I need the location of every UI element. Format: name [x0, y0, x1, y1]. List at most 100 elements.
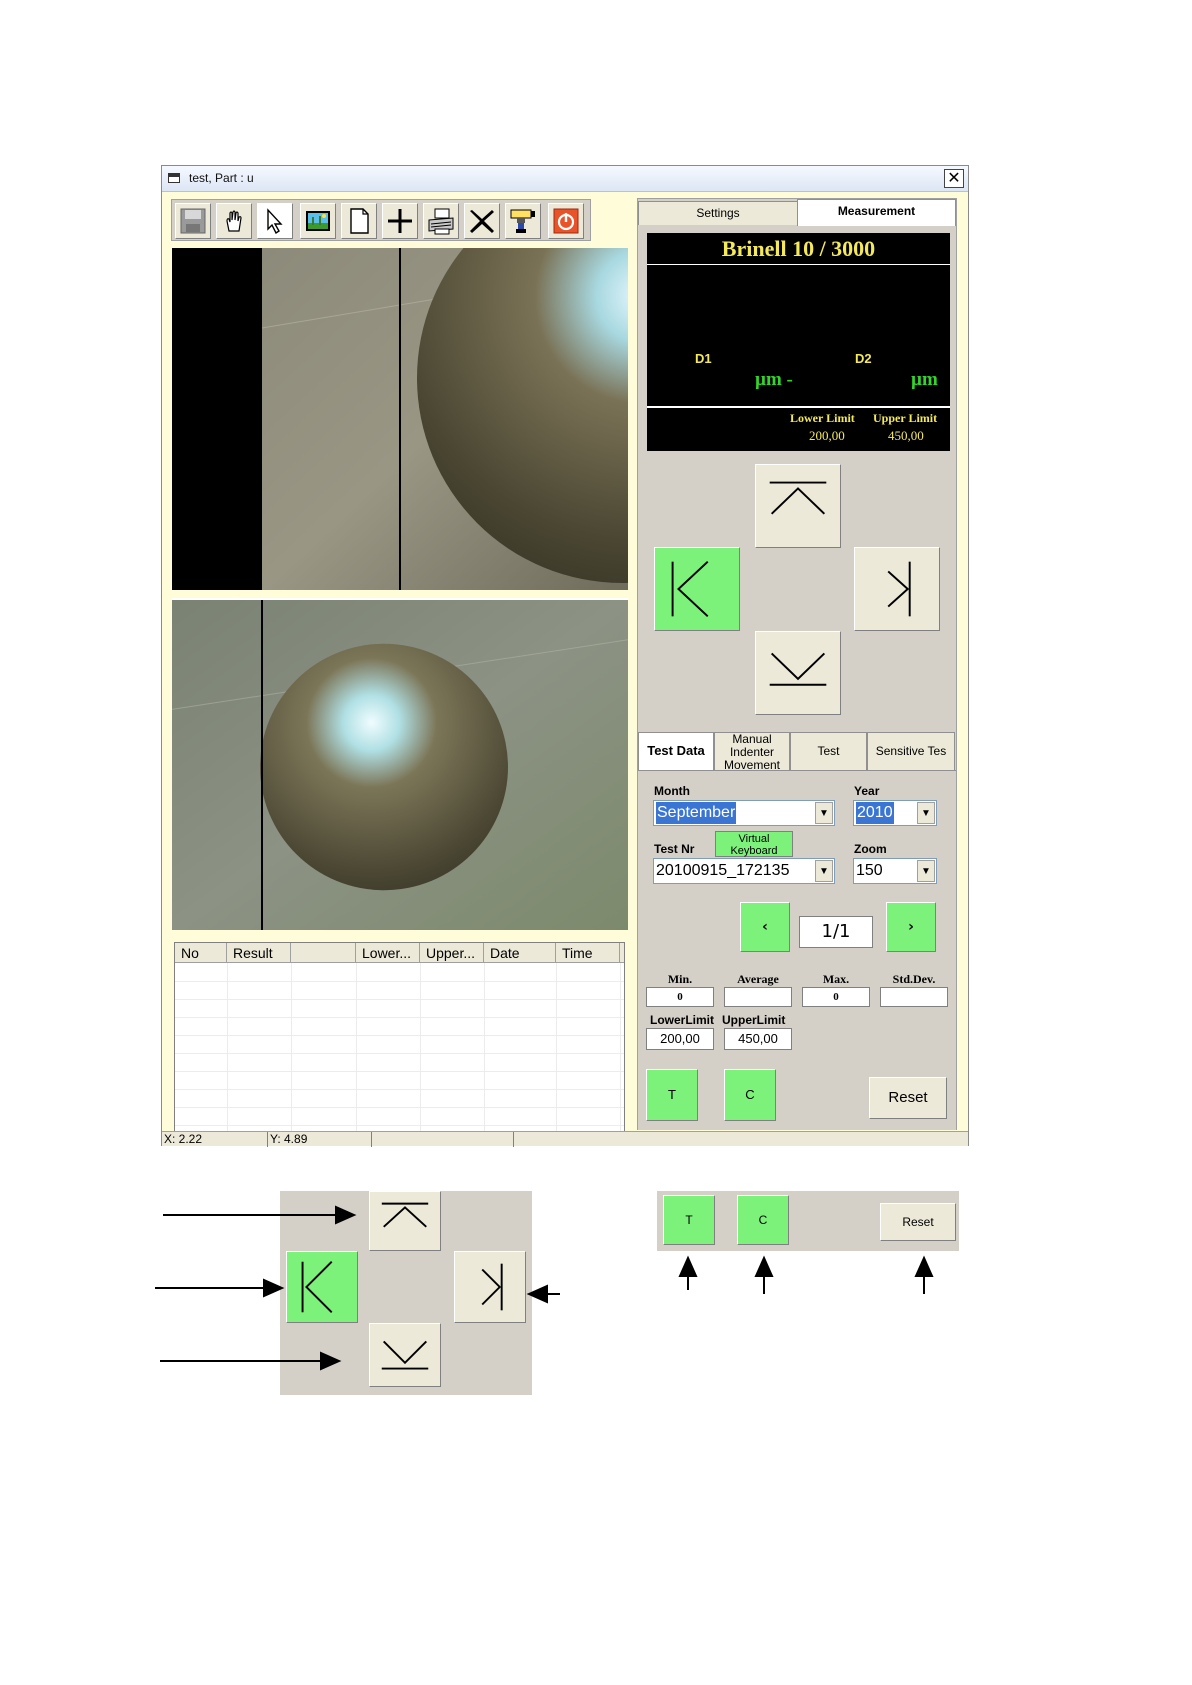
display-divider — [647, 406, 950, 408]
lower-limit-field[interactable]: 200,00 — [646, 1028, 714, 1050]
test-method-title: Brinell 10 / 3000 — [647, 233, 950, 265]
new-document-icon — [350, 208, 369, 234]
delete-button[interactable] — [464, 203, 500, 239]
grid-line — [175, 1053, 624, 1054]
add-button[interactable] — [382, 203, 418, 239]
status-bar: X: 2.22 Y: 4.89 — [162, 1131, 968, 1147]
print-button[interactable] — [423, 203, 459, 239]
tab-test-data[interactable]: Test Data — [638, 732, 714, 770]
printer-icon — [428, 208, 454, 235]
year-label: Year — [854, 784, 880, 798]
year-select[interactable]: 2010 ▼ — [853, 800, 937, 826]
grid-line — [227, 963, 228, 1131]
move-down-button[interactable] — [755, 631, 841, 715]
tab-sensitive-test[interactable]: Sensitive Tes — [867, 732, 955, 770]
arrow-down-icon — [769, 652, 827, 686]
arrow-down-icon — [381, 1340, 429, 1370]
grid-line — [620, 963, 621, 1131]
status-y-coordinate: Y: 4.89 — [268, 1132, 372, 1147]
callout-move-down-button — [369, 1323, 441, 1387]
close-button[interactable]: ✕ — [944, 169, 964, 188]
main-window: test, Part : u ✕ No Result Lower... Uppe… — [161, 165, 969, 1147]
tab-settings[interactable]: Settings — [638, 201, 798, 225]
tab-manual-indenter-movement[interactable]: Manual Indenter Movement — [714, 732, 790, 770]
tab-manual-line3: Movement — [723, 758, 781, 771]
zoom-select[interactable]: 150 ▼ — [853, 858, 937, 884]
virtual-keyboard-line2: Keyboard — [730, 845, 778, 857]
upper-limit-label: UpperLimit — [722, 1013, 786, 1027]
results-table[interactable]: No Result Lower... Upper... Date Time — [174, 942, 625, 1132]
pan-button[interactable] — [216, 203, 252, 239]
exit-button[interactable] — [548, 203, 584, 239]
grid-line — [175, 1089, 624, 1090]
arrowhead-icon — [914, 1255, 934, 1277]
virtual-keyboard-line1: Virtual — [738, 833, 770, 845]
month-value: September — [656, 802, 737, 824]
reset-button[interactable]: Reset — [869, 1077, 947, 1119]
save-icon — [180, 208, 206, 234]
window-icon — [168, 173, 180, 183]
chevron-down-icon[interactable]: ▼ — [917, 802, 935, 824]
arrow-right-icon — [887, 561, 911, 617]
window-title: test, Part : u — [189, 171, 254, 185]
std-dev-label: Std.Dev. — [892, 972, 936, 986]
select-button[interactable] — [257, 203, 293, 239]
camera-icon — [510, 209, 535, 233]
upper-limit-field[interactable]: 450,00 — [724, 1028, 792, 1050]
virtual-keyboard-button[interactable]: Virtual Keyboard — [715, 831, 793, 857]
move-left-button[interactable] — [654, 547, 740, 631]
arrowhead-icon — [754, 1255, 774, 1277]
microscope-image-bottom[interactable] — [172, 598, 628, 930]
save-button[interactable] — [175, 203, 211, 239]
t-button[interactable]: T — [646, 1069, 698, 1121]
table-header: No Result Lower... Upper... Date Time — [175, 943, 624, 963]
image-button[interactable] — [300, 203, 336, 239]
test-nr-select[interactable]: 20100915_172135 ▼ — [653, 858, 835, 884]
status-cell — [372, 1132, 514, 1147]
column-header-no[interactable]: No — [175, 943, 227, 963]
delete-icon — [470, 210, 494, 233]
chevron-down-icon[interactable]: ▼ — [815, 802, 833, 824]
month-label: Month — [654, 784, 690, 798]
d2-label: D2 — [855, 351, 872, 366]
grid-line — [175, 1017, 624, 1018]
d1-unit: µm - — [755, 369, 793, 390]
column-header-result[interactable]: Result — [227, 943, 291, 963]
month-select[interactable]: September ▼ — [653, 800, 835, 826]
pointer-icon — [267, 208, 283, 235]
average-label: Average — [737, 972, 779, 986]
column-header-time[interactable]: Time — [556, 943, 620, 963]
arrow-pad-callout — [280, 1191, 532, 1395]
tab-measurement[interactable]: Measurement — [797, 199, 956, 226]
callout-t-button: T — [663, 1195, 715, 1245]
chevron-down-icon[interactable]: ▼ — [815, 860, 833, 882]
column-header-upper[interactable]: Upper... — [420, 943, 484, 963]
column-header-empty[interactable] — [291, 943, 356, 963]
next-page-button[interactable]: › — [886, 902, 936, 952]
display-upper-limit-label: Upper Limit — [873, 411, 938, 425]
action-buttons-callout: T C Reset — [657, 1191, 959, 1251]
camera-button[interactable] — [505, 203, 541, 239]
tab-test[interactable]: Test — [790, 732, 867, 770]
grid-line — [175, 1035, 624, 1036]
grid-line — [356, 963, 357, 1131]
callout-reset-button: Reset — [880, 1203, 956, 1241]
min-label: Min. — [667, 972, 693, 986]
move-right-button[interactable] — [854, 547, 940, 631]
std-dev-value — [880, 987, 948, 1007]
d1-label: D1 — [695, 351, 712, 366]
previous-page-button[interactable]: ‹ — [740, 902, 790, 952]
grid-line — [175, 1107, 624, 1108]
c-button[interactable]: C — [724, 1069, 776, 1121]
grid-line — [175, 1125, 624, 1126]
title-bar: test, Part : u ✕ — [162, 166, 968, 192]
microscope-image-top[interactable] — [172, 248, 628, 590]
column-header-lower[interactable]: Lower... — [356, 943, 420, 963]
chevron-down-icon[interactable]: ▼ — [917, 860, 935, 882]
new-button[interactable] — [341, 203, 377, 239]
move-up-button[interactable] — [755, 464, 841, 548]
indentation-image-top — [172, 248, 628, 590]
power-icon — [553, 208, 579, 234]
grid-line — [556, 963, 557, 1131]
column-header-date[interactable]: Date — [484, 943, 556, 963]
